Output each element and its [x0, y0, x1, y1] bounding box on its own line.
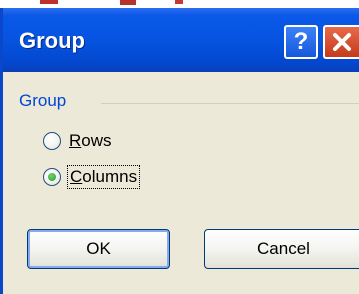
mnemonic-letter: C	[70, 167, 83, 186]
group-box-label: Group	[19, 91, 67, 110]
radio-button-columns[interactable]	[43, 168, 61, 186]
radio-label-columns[interactable]: Columns	[67, 165, 141, 189]
dialog-title: Group	[19, 28, 85, 53]
background-window-strip	[0, 0, 359, 8]
label-text: olumns	[82, 167, 138, 186]
cancel-button[interactable]: Cancel	[204, 229, 359, 269]
mnemonic-letter: R	[69, 131, 82, 150]
radio-label-rows[interactable]: Rows	[67, 130, 114, 152]
label-text: ows	[81, 131, 112, 150]
close-icon	[331, 31, 353, 53]
radio-selected-dot	[48, 173, 56, 181]
group-box-divider	[101, 103, 359, 104]
radio-button-rows[interactable]	[43, 132, 61, 150]
group-dialog: Group ? Group Rows Columns OK Cancel	[0, 8, 359, 294]
radio-option-columns[interactable]: Columns	[43, 164, 141, 190]
close-button[interactable]	[323, 25, 359, 59]
background-fragment	[175, 0, 183, 4]
ok-button[interactable]: OK	[27, 229, 170, 269]
background-fragment	[40, 0, 58, 4]
background-fragment	[120, 0, 136, 5]
help-icon: ?	[293, 28, 309, 55]
title-bar[interactable]: Group ?	[3, 8, 359, 72]
help-button[interactable]: ?	[284, 25, 318, 59]
radio-option-rows[interactable]: Rows	[43, 128, 114, 154]
